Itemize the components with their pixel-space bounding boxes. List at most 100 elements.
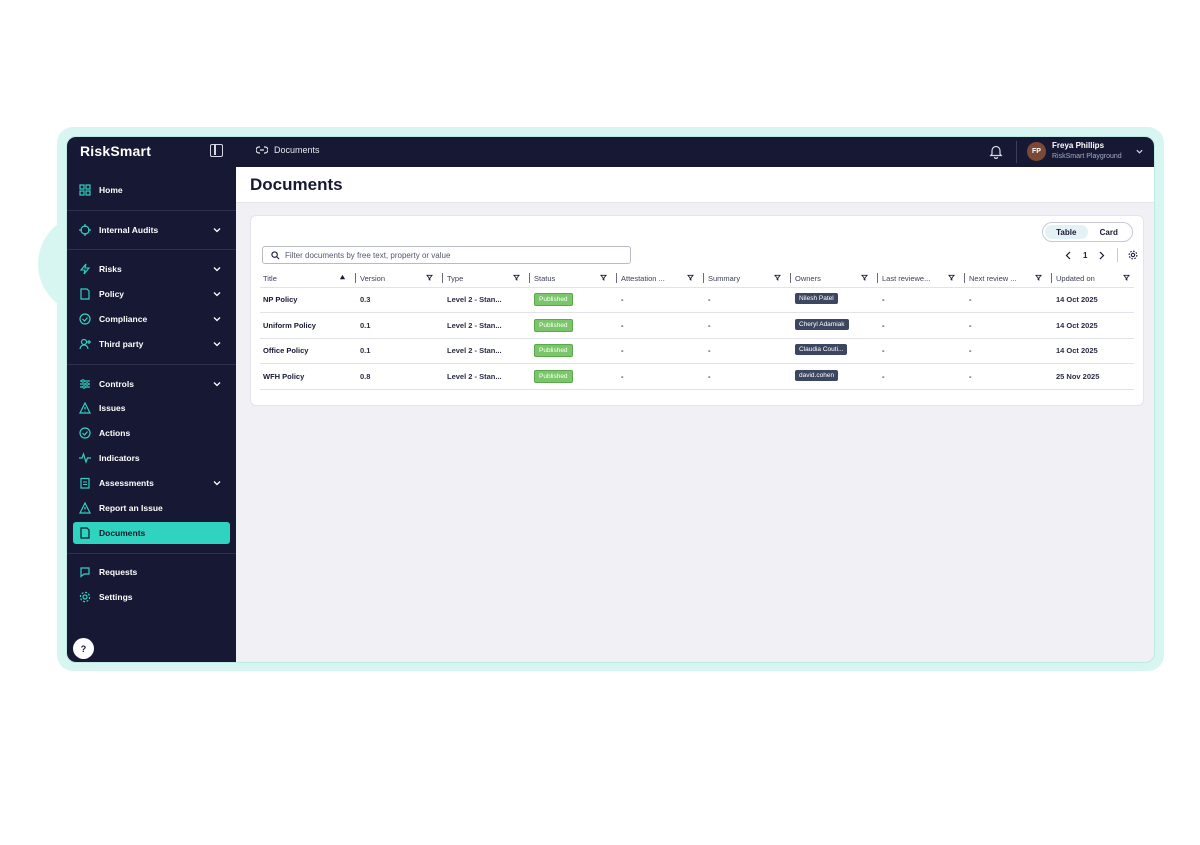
cell-version: 0.1 <box>357 338 444 364</box>
column-header-summary[interactable]: Summary <box>705 269 792 288</box>
column-resizer[interactable] <box>790 273 791 283</box>
table-row[interactable]: NP Policy 0.3 Level 2 - Stan... Publishe… <box>260 287 1134 313</box>
chevron-left-icon[interactable] <box>1063 249 1073 261</box>
column-header-updated-on[interactable]: Updated on <box>1053 269 1134 288</box>
cell-updated-on: 14 Oct 2025 <box>1053 287 1134 313</box>
sidebar-item-label: Actions <box>99 428 131 438</box>
sidebar-item-settings[interactable]: Settings <box>73 586 230 608</box>
sidebar-item-assessments[interactable]: Assessments <box>73 472 230 494</box>
view-toggle-table[interactable]: Table <box>1045 225 1088 239</box>
column-resizer[interactable] <box>1051 273 1052 283</box>
sidebar-item-label: Issues <box>99 403 126 413</box>
chevron-down-icon[interactable] <box>212 379 222 389</box>
breadcrumb-label[interactable]: Documents <box>274 145 320 155</box>
filter-icon[interactable] <box>1035 274 1042 281</box>
column-resizer[interactable] <box>877 273 878 283</box>
divider <box>67 553 236 554</box>
sidebar-item-label: Documents <box>99 528 146 538</box>
search-field[interactable] <box>262 246 631 264</box>
brand-logo[interactable]: RiskSmart <box>80 143 151 159</box>
owner-badge: Nilesh Patel <box>795 293 838 305</box>
column-resizer[interactable] <box>703 273 704 283</box>
filter-icon[interactable] <box>600 274 607 281</box>
filter-icon[interactable] <box>687 274 694 281</box>
app-window: RiskSmart Documents FP Freya Phillips Ri… <box>66 136 1155 663</box>
table-row[interactable]: Office Policy 0.1 Level 2 - Stan... Publ… <box>260 338 1134 364</box>
view-toggle-card[interactable]: Card <box>1088 225 1131 239</box>
sidebar-item-controls[interactable]: Controls <box>73 373 230 395</box>
table-row[interactable]: WFH Policy 0.8 Level 2 - Stan... Publish… <box>260 363 1134 390</box>
sidebar-item-home[interactable]: Home <box>73 179 230 201</box>
sidebar-toggle-icon[interactable] <box>210 144 223 157</box>
column-header-type[interactable]: Type <box>444 269 531 288</box>
bolt-icon <box>79 263 91 275</box>
sidebar-item-label: Assessments <box>99 478 154 488</box>
sidebar-item-requests[interactable]: Requests <box>73 561 230 583</box>
filter-icon[interactable] <box>426 274 433 281</box>
filter-icon[interactable] <box>774 274 781 281</box>
sidebar-item-policy[interactable]: Policy <box>73 283 230 305</box>
sidebar-item-documents[interactable]: Documents <box>73 522 230 544</box>
cell-title[interactable]: Office Policy <box>260 338 357 364</box>
chevron-down-icon[interactable] <box>1135 147 1144 156</box>
column-header-next-review[interactable]: Next review ... <box>966 269 1053 288</box>
chevron-down-icon[interactable] <box>212 339 222 349</box>
column-resizer[interactable] <box>964 273 965 283</box>
column-resizer[interactable] <box>616 273 617 283</box>
column-header-title[interactable]: Title <box>260 269 357 288</box>
cell-attestation: - <box>618 338 705 364</box>
avatar[interactable]: FP <box>1027 142 1046 161</box>
clipboard-icon <box>79 477 91 489</box>
chevron-down-icon[interactable] <box>212 225 222 235</box>
settings-gear-icon[interactable] <box>1128 249 1138 261</box>
help-button[interactable]: ? <box>73 638 94 659</box>
column-header-last-reviewed[interactable]: Last reviewe... <box>879 269 966 288</box>
breadcrumb: Documents <box>256 145 320 155</box>
cell-type: Level 2 - Stan... <box>444 363 531 390</box>
sort-ascending-icon[interactable] <box>339 274 346 281</box>
cell-title[interactable]: Uniform Policy <box>260 312 357 339</box>
chat-icon <box>79 566 91 578</box>
chevron-down-icon[interactable] <box>212 478 222 488</box>
owner-badge: david.cohen <box>795 369 839 381</box>
sidebar-item-risks[interactable]: Risks <box>73 258 230 280</box>
check-circle-icon <box>79 427 91 439</box>
search-icon <box>271 250 280 259</box>
column-resizer[interactable] <box>355 273 356 283</box>
status-badge: Published <box>534 318 573 332</box>
column-header-attestation[interactable]: Attestation ... <box>618 269 705 288</box>
chevron-down-icon[interactable] <box>212 264 222 274</box>
bell-icon[interactable] <box>989 144 1003 159</box>
column-header-version[interactable]: Version <box>357 269 444 288</box>
user-name[interactable]: Freya Phillips <box>1052 141 1104 150</box>
sidebar-item-internal-audits[interactable]: Internal Audits <box>73 219 230 241</box>
chevron-down-icon[interactable] <box>212 289 222 299</box>
sidebar-item-indicators[interactable]: Indicators <box>73 447 230 469</box>
column-resizer[interactable] <box>529 273 530 283</box>
divider <box>1117 248 1119 262</box>
sidebar-item-actions[interactable]: Actions <box>73 422 230 444</box>
sidebar-item-third-party[interactable]: Third party <box>73 333 230 355</box>
search-input[interactable] <box>285 250 625 260</box>
filter-icon[interactable] <box>948 274 955 281</box>
sidebar-item-compliance[interactable]: Compliance <box>73 308 230 330</box>
table-row[interactable]: Uniform Policy 0.1 Level 2 - Stan... Pub… <box>260 312 1134 339</box>
chevron-right-icon[interactable] <box>1097 249 1107 261</box>
chevron-down-icon[interactable] <box>212 314 222 324</box>
pulse-icon <box>79 452 91 464</box>
sidebar-item-issues[interactable]: Issues <box>73 397 230 419</box>
cell-title[interactable]: WFH Policy <box>260 363 357 390</box>
filter-icon[interactable] <box>1123 274 1130 281</box>
divider <box>67 249 236 250</box>
filter-icon[interactable] <box>513 274 520 281</box>
sidebar-item-report-issue[interactable]: Report an Issue <box>73 497 230 519</box>
column-header-status[interactable]: Status <box>531 269 618 288</box>
cell-title[interactable]: NP Policy <box>260 287 357 313</box>
filter-icon[interactable] <box>861 274 868 281</box>
cell-status: Published <box>531 287 618 313</box>
sidebar-item-label: Internal Audits <box>99 225 159 235</box>
column-header-owners[interactable]: Owners <box>792 269 879 288</box>
column-resizer[interactable] <box>442 273 443 283</box>
cell-updated-on: 14 Oct 2025 <box>1053 312 1134 339</box>
user-plus-icon <box>79 338 91 350</box>
